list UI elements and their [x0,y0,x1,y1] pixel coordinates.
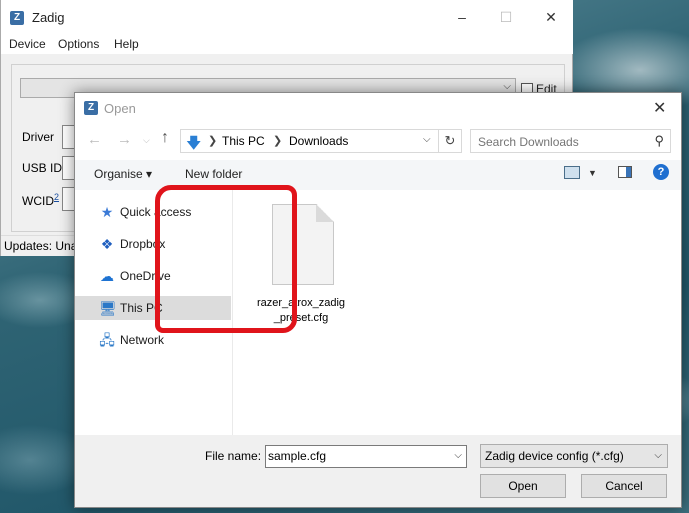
search-box[interactable]: ⚲ [470,129,671,153]
file-type-value: Zadig device config (*.cfg) [485,449,624,463]
breadcrumb-downloads[interactable]: Downloads [289,134,348,148]
zadig-titlebar[interactable]: Z Zadig – ☐ ✕ [1,0,573,34]
refresh-icon[interactable]: ↻ [438,129,461,153]
menu-device[interactable]: Device [9,37,46,51]
zadig-menubar: Device Options Help [1,34,573,54]
file-item[interactable]: razer_atrox_zadig _preset.cfg [236,201,366,331]
chevron-down-icon: ⌵ [654,450,662,461]
nav-item-onedrive[interactable]: ☁ OneDrive [75,264,231,288]
cloud-icon: ☁ [100,268,114,284]
file-name-combo[interactable]: ⌵ [265,445,467,468]
menu-help[interactable]: Help [114,37,139,51]
usb-id-label: USB ID [22,161,63,175]
address-bar[interactable]: 🡇 ❯ This PC ❯ Downloads ⌵ [180,129,462,153]
back-arrow-icon[interactable]: ← [87,131,102,148]
file-type-select[interactable]: Zadig device config (*.cfg) ⌵ [480,444,668,468]
nav-item-label: Dropbox [120,237,166,251]
maximize-icon[interactable]: ☐ [483,0,529,34]
breadcrumb-this-pc[interactable]: This PC [222,134,265,148]
wcid-label: WCID2 [22,192,59,208]
navigation-pane: ★ Quick access ❖ Dropbox ☁ OneDrive 🖥 Th… [75,190,233,435]
file-name-label: razer_atrox_zadig _preset.cfg [236,296,366,326]
chevron-down-icon: ⌵ [503,81,511,92]
network-icon: 🖧 [99,332,115,348]
nav-item-label: Quick access [120,205,192,219]
chevron-down-icon[interactable]: ⌵ [423,134,431,145]
wcid-text: WCID [22,194,54,208]
nav-item-label: Network [120,333,165,347]
change-view-icon[interactable] [564,166,580,179]
chevron-down-icon[interactable]: ⌵ [454,450,462,461]
nav-item-network[interactable]: 🖧 Network [75,328,231,352]
file-name-line2: _preset.cfg [273,312,329,324]
dialog-title: Open [104,101,136,116]
preview-pane-icon[interactable] [618,166,632,178]
search-input[interactable] [472,131,650,153]
close-icon[interactable]: ✕ [653,98,666,118]
command-toolbar: Organise ▾ New folder ▼ ? [75,160,681,190]
up-arrow-icon[interactable]: ↑ [161,129,169,147]
search-icon[interactable]: ⚲ [654,133,664,149]
dialog-footer: File name: ⌵ Zadig device config (*.cfg)… [75,435,681,507]
file-name-field-label: File name: [205,449,262,463]
zadig-window-title: Zadig [32,10,65,25]
breadcrumb-separator-icon[interactable]: ❯ [208,134,217,147]
recent-locations-chevron-icon[interactable]: ⌵ [143,135,150,146]
close-icon[interactable]: ✕ [528,0,574,34]
open-button[interactable]: Open [480,474,566,498]
dropbox-icon: ❖ [100,236,114,252]
dialog-app-icon: Z [84,101,98,115]
file-list: razer_atrox_zadig _preset.cfg [233,190,681,435]
file-name-line1: razer_atrox_zadig [256,297,346,309]
breadcrumb-separator-icon[interactable]: ❯ [273,134,282,147]
computer-icon: 🖥 [99,300,117,316]
file-name-input[interactable] [268,448,443,464]
document-fold-corner [316,204,334,222]
cancel-button[interactable]: Cancel [581,474,667,498]
organise-button[interactable]: Organise ▾ [94,167,152,181]
star-icon: ★ [100,204,114,220]
downloads-folder-icon: 🡇 [186,135,202,152]
wcid-help-link[interactable]: 2 [54,192,59,202]
help-icon[interactable]: ? [653,164,669,180]
nav-item-dropbox[interactable]: ❖ Dropbox [75,232,231,256]
driver-label: Driver [22,130,54,144]
open-dialog: Z Open ✕ ← → ⌵ ↑ 🡇 ❯ This PC ❯ Downloads… [74,92,682,508]
zadig-app-icon: Z [10,11,24,25]
nav-item-label: This PC [120,301,163,315]
nav-item-quick-access[interactable]: ★ Quick access [75,200,231,224]
nav-item-this-pc[interactable]: 🖥 This PC [75,296,231,320]
chevron-down-icon[interactable]: ▼ [588,168,597,178]
new-folder-button[interactable]: New folder [185,167,242,181]
forward-arrow-icon[interactable]: → [117,131,132,148]
status-text: Updates: Unal [4,239,81,253]
nav-item-label: OneDrive [120,269,171,283]
minimize-icon[interactable]: – [439,0,485,34]
menu-options[interactable]: Options [58,37,99,51]
